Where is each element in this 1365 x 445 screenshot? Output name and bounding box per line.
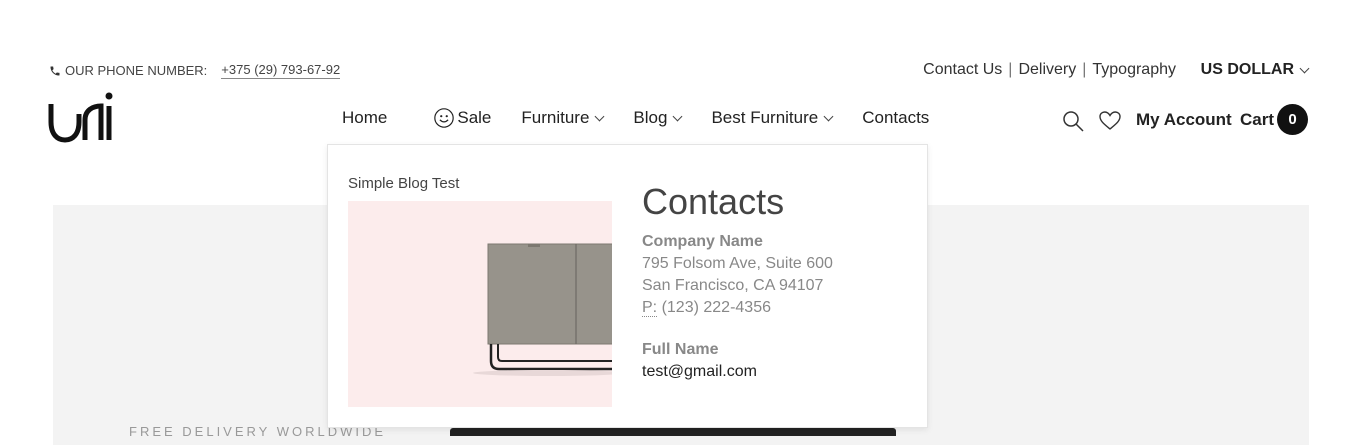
separator: | [1008, 61, 1013, 78]
currency-selector[interactable]: US DOLLAR [1200, 61, 1310, 79]
nav-item-furniture[interactable]: Furniture [521, 108, 605, 128]
nav-item-blog[interactable]: Blog [633, 108, 683, 128]
contacts-heading: Contacts [642, 181, 785, 222]
currency-label: US DOLLAR [1200, 61, 1294, 78]
blog-post-image[interactable] [348, 201, 612, 407]
nav-item-sale[interactable]: Sale [433, 107, 491, 129]
nav-item-home[interactable]: Home [342, 108, 387, 128]
nav-sale-label: Sale [457, 108, 492, 127]
nav-item-contacts[interactable]: Contacts [862, 108, 929, 128]
my-account-link[interactable]: My Account [1136, 110, 1232, 130]
company-name: Company Name [642, 233, 763, 250]
phone-prefix: P: [642, 299, 658, 317]
cart-count-badge[interactable]: 0 [1277, 104, 1308, 135]
cart-link[interactable]: Cart [1240, 110, 1274, 130]
contact-us-link[interactable]: Contact Us [923, 61, 1002, 79]
phone-number-link[interactable]: +375 (29) 793-67-92 [221, 62, 341, 79]
address-line-1: 795 Folsom Ave, Suite 600 [642, 255, 833, 272]
heart-icon[interactable] [1098, 109, 1122, 133]
nav-best-furniture-label: Best Furniture [711, 108, 819, 127]
nav-item-best-furniture[interactable]: Best Furniture [711, 108, 834, 128]
phone-line: P: (123) 222-4356 [642, 299, 771, 317]
top-links: Contact Us | Delivery | Typography [923, 61, 1176, 79]
phone-info: OUR PHONE NUMBER: +375 (29) 793-67-92 [49, 62, 341, 79]
nav-blog-label: Blog [633, 108, 668, 127]
search-icon[interactable] [1061, 109, 1085, 133]
delivery-link[interactable]: Delivery [1018, 61, 1076, 79]
chevron-down-icon [1299, 63, 1310, 73]
main-nav: Home Sale Furniture Blog Best Furniture … [342, 107, 929, 129]
smiley-icon [434, 108, 455, 128]
contact-phone: (123) 222-4356 [661, 299, 771, 316]
phone-label: OUR PHONE NUMBER: [65, 63, 208, 78]
full-name: Full Name [642, 341, 719, 358]
chevron-down-icon [594, 111, 605, 121]
hero-product-image [450, 428, 896, 436]
email-link[interactable]: test@gmail.com [642, 363, 757, 381]
phone-icon [50, 66, 60, 75]
blog-post-title[interactable]: Simple Blog Test [348, 175, 459, 192]
chevron-down-icon [673, 111, 683, 121]
separator: | [1082, 61, 1087, 78]
nav-furniture-label: Furniture [521, 108, 590, 127]
site-logo[interactable] [47, 92, 117, 146]
typography-link[interactable]: Typography [1092, 61, 1176, 79]
address-line-2: San Francisco, CA 94107 [642, 277, 824, 294]
chevron-down-icon [823, 111, 834, 121]
cabinet-illustration [473, 243, 612, 376]
